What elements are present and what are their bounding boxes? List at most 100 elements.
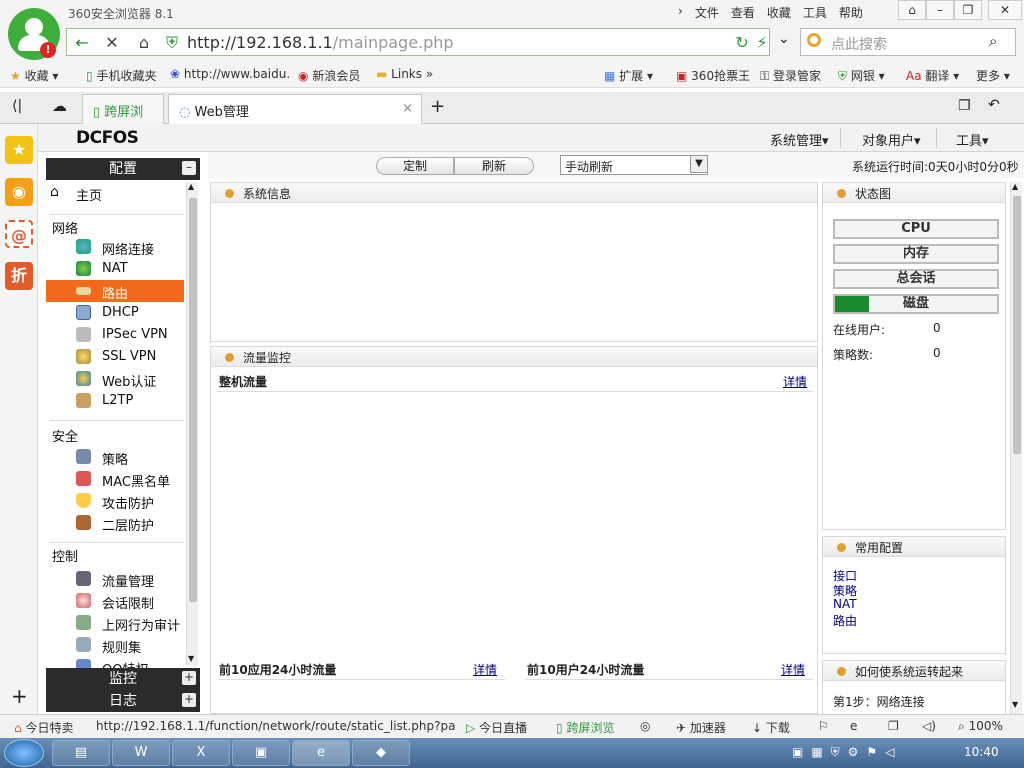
address-dropdown-icon[interactable]: ⌄	[778, 31, 790, 47]
cpu-button[interactable]: CPU	[833, 219, 999, 239]
maximize-button[interactable]: ❐	[954, 0, 982, 20]
favorites-star-icon[interactable]: ★	[5, 136, 33, 164]
taskbar-cmd-icon[interactable]: ▣	[232, 740, 290, 766]
start-button[interactable]	[4, 739, 44, 767]
search-engine-icon[interactable]	[807, 33, 821, 47]
nav-monitor-header[interactable]: 监控 +	[46, 668, 200, 690]
live-link[interactable]: ▷ 今日直播	[466, 719, 527, 736]
close-window-button[interactable]: ✕	[988, 0, 1022, 20]
ext-extensions[interactable]: ▦ 扩展 ▾	[604, 67, 653, 84]
nav-scroll-thumb[interactable]	[189, 198, 197, 602]
skin-icon[interactable]: ⌂	[898, 0, 926, 20]
close-tab-icon[interactable]: ×	[402, 101, 413, 116]
ext-bank[interactable]: ⛨ 网银 ▾	[838, 67, 885, 84]
nav-item-attack-protection[interactable]: 攻击防护	[46, 490, 184, 512]
nav-item-policy[interactable]: 策略	[46, 446, 184, 468]
menu-object-users[interactable]: 对象用户▾	[862, 130, 921, 149]
discount-icon[interactable]: 折	[5, 262, 33, 290]
sidebar-toggle-icon[interactable]: ⟨|	[12, 98, 22, 114]
search-input[interactable]: 点此搜索	[831, 34, 887, 54]
ext-login-manager[interactable]: ⚿ 登录管家	[760, 67, 821, 84]
top10-users-details-link[interactable]: 详情	[781, 661, 805, 678]
sessions-button[interactable]: 总会话	[833, 269, 999, 289]
nav-scrollbar[interactable]: ▲ ▼	[186, 182, 198, 666]
speed-mode-icon[interactable]: ⚡	[751, 32, 773, 54]
taskbar-clock[interactable]: 10:40	[964, 745, 999, 759]
memory-button[interactable]: 内存	[833, 244, 999, 264]
top10-apps-details-link[interactable]: 详情	[473, 661, 497, 678]
minimize-button[interactable]: –	[926, 0, 954, 20]
scroll-up-icon[interactable]: ▲	[188, 182, 194, 191]
cross-screen-link[interactable]: ▯ 跨屏浏览	[556, 719, 614, 736]
nav-item-ssl-vpn[interactable]: SSL VPN	[46, 346, 184, 368]
taskbar-360-browser-icon[interactable]: e	[292, 740, 350, 766]
reload-icon[interactable]: ↻	[731, 32, 753, 54]
back-icon[interactable]: ←	[71, 32, 93, 54]
refresh-mode-select[interactable]: 手动刷新	[560, 155, 708, 175]
refresh-button[interactable]: 刷新	[454, 157, 534, 175]
taskbar-word-icon[interactable]: W	[112, 740, 170, 766]
menu-tools[interactable]: 工具	[803, 4, 827, 21]
nav-item-mac-blacklist[interactable]: MAC黑名单	[46, 468, 184, 490]
search-bar[interactable]: 点此搜索 ⌕	[800, 28, 1016, 56]
taskbar-excel-icon[interactable]: X	[172, 740, 230, 766]
nav-item-l2tp[interactable]: L2TP	[46, 390, 184, 412]
nav-item-dhcp[interactable]: DHCP	[46, 302, 184, 324]
collapse-icon[interactable]: –	[182, 161, 196, 175]
ext-ticket[interactable]: ▣ 360抢票王	[676, 67, 750, 84]
nav-item-ruleset[interactable]: 规则集	[46, 634, 184, 656]
menu-file[interactable]: 文件	[695, 4, 719, 21]
zoom-control[interactable]: ⌕ 100%	[958, 719, 1003, 734]
disk-button[interactable]: 磁盘	[833, 294, 999, 314]
link-route[interactable]: 路由	[833, 612, 857, 629]
customize-button[interactable]: 定制	[376, 157, 454, 175]
bookmark-favorites[interactable]: ★ 收藏 ▾	[10, 67, 58, 84]
weibo-sidebar-icon[interactable]: ◉	[5, 178, 33, 206]
taskbar-explorer-icon[interactable]: ▤	[52, 740, 110, 766]
stop-icon[interactable]: ✕	[101, 32, 123, 54]
download-link[interactable]: ↓ 下载	[752, 719, 790, 736]
flag-icon[interactable]: ⚐	[818, 719, 829, 733]
deals-link[interactable]: ⌂ 今日特卖	[14, 719, 73, 736]
scroll-up-icon[interactable]: ▲	[1012, 182, 1018, 191]
bookmark-links[interactable]: ▬ Links »	[376, 67, 433, 81]
address-bar[interactable]: ← ✕ ⌂ ⛨ http://192.168.1.1/mainpage.php …	[66, 28, 770, 56]
ext-translate[interactable]: Aa 翻译 ▾	[906, 67, 959, 84]
nav-item-layer2-protection[interactable]: 二层防护	[46, 512, 184, 534]
menu-system-management[interactable]: 系统管理▾	[770, 130, 829, 149]
undo-close-icon[interactable]: ↶	[988, 97, 1000, 113]
home-icon[interactable]: ⌂	[133, 32, 155, 54]
nav-item-network-connection[interactable]: 网络连接	[46, 236, 184, 258]
scroll-down-icon[interactable]: ▼	[188, 654, 194, 663]
more-bookmarks-icon[interactable]: »	[426, 67, 433, 81]
total-traffic-details-link[interactable]: 详情	[783, 373, 807, 390]
new-tab-button[interactable]: +	[430, 96, 445, 117]
menu-help[interactable]: 帮助	[839, 4, 863, 21]
nav-item-traffic-management[interactable]: 流量管理	[46, 568, 184, 590]
search-icon[interactable]: ⌕	[989, 32, 997, 50]
browser-logo-icon[interactable]: !	[8, 8, 60, 60]
page-scrollbar[interactable]: ▲ ▼	[1010, 182, 1022, 714]
expand-icon[interactable]: +	[182, 693, 196, 707]
menu-chevron-icon[interactable]: ›	[678, 4, 683, 21]
nav-item-ipsec-vpn[interactable]: IPSec VPN	[46, 324, 184, 346]
ext-more[interactable]: 更多 ▾	[976, 67, 1010, 84]
volume-icon[interactable]: ◁)	[922, 719, 936, 733]
nav-log-header[interactable]: 日志 +	[46, 690, 200, 712]
expand-icon[interactable]: +	[182, 671, 196, 685]
cloud-icon[interactable]: ☁	[52, 97, 67, 115]
menu-favorites[interactable]: 收藏	[767, 4, 791, 21]
menu-view[interactable]: 查看	[731, 4, 755, 21]
nav-item-qq-privilege[interactable]: QQ特权	[46, 656, 184, 668]
scroll-down-icon[interactable]: ▼	[1012, 700, 1018, 709]
taskbar-app-icon[interactable]: ◆	[352, 740, 410, 766]
tab-cross-screen[interactable]: ▯ 跨屏浏览	[82, 94, 164, 139]
nav-item-route[interactable]: 路由	[46, 280, 184, 302]
accelerator-link[interactable]: ✈ 加速器	[676, 719, 726, 736]
bookmark-mobile[interactable]: ▯ 手机收藏夹	[86, 67, 156, 84]
add-sidebar-icon[interactable]: +	[11, 684, 28, 708]
tab-web-management[interactable]: ◌ Web管理 ×	[168, 94, 422, 124]
nav-item-behavior-audit[interactable]: 上网行为审计	[46, 612, 184, 634]
tab-list-icon[interactable]: ❐	[958, 98, 971, 114]
page-scroll-thumb[interactable]	[1013, 196, 1021, 454]
